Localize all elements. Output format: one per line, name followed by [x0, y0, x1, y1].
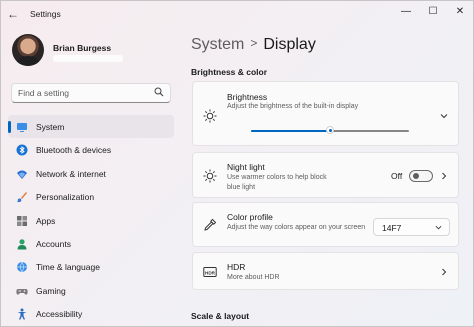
- search-icon[interactable]: [154, 87, 164, 97]
- breadcrumb: System > Display: [191, 36, 316, 54]
- svg-text:HDR: HDR: [205, 270, 216, 275]
- hdr-title: HDR: [227, 262, 246, 272]
- sidebar-item-accounts[interactable]: Accounts: [8, 232, 174, 255]
- night-light-toggle[interactable]: [409, 170, 433, 182]
- sidebar-item-apps[interactable]: Apps: [8, 209, 174, 232]
- maximize-button[interactable]: ☐: [425, 5, 441, 19]
- sidebar-item-network[interactable]: Network & internet: [8, 162, 174, 185]
- chevron-down-icon: [435, 225, 442, 230]
- sidebar-item-label: Network & internet: [36, 168, 106, 179]
- chevron-down-icon[interactable]: [440, 112, 448, 120]
- sidebar-item-label: System: [36, 122, 65, 132]
- user-name: Brian Burgess: [53, 43, 112, 53]
- section-heading-scale-layout: Scale & layout: [191, 311, 250, 321]
- sidebar-item-label: Accounts: [36, 238, 71, 249]
- night-light-title: Night light: [227, 162, 265, 172]
- slider-thumb[interactable]: [326, 126, 334, 134]
- brightness-slider[interactable]: [251, 126, 409, 134]
- title-bar: ← Settings — ☐ ✕: [0, 0, 474, 28]
- breadcrumb-separator: >: [250, 36, 258, 50]
- accessibility-icon: [17, 308, 27, 320]
- page-title: Display: [263, 36, 316, 53]
- sidebar-item-accessibility[interactable]: Accessibility: [8, 302, 174, 325]
- toggle-knob: [413, 173, 419, 179]
- night-light-description: Use warmer colors to help block blue lig…: [227, 174, 327, 191]
- night-light-card[interactable]: Night light Use warmer colors to help bl…: [192, 152, 459, 198]
- color-profile-card: Color profile Adjust the way colors appe…: [192, 202, 459, 247]
- sidebar-item-time-language[interactable]: Time & language: [8, 255, 174, 278]
- hdr-card[interactable]: HDR HDR More about HDR: [192, 252, 459, 290]
- system-display-icon: [17, 123, 27, 132]
- sidebar-item-label: Bluetooth & devices: [36, 145, 112, 156]
- brightness-card[interactable]: Brightness Adjust the brightness of the …: [192, 81, 459, 146]
- close-button[interactable]: ✕: [452, 5, 468, 19]
- sidebar-item-label: Personalization: [36, 192, 95, 203]
- search-input[interactable]: [18, 86, 148, 100]
- chevron-right-icon[interactable]: [440, 268, 448, 276]
- gamepad-icon: [16, 288, 28, 295]
- brightness-description: Adjust the brightness of the built-in di…: [227, 103, 359, 110]
- sidebar-nav: System Bluetooth & devices Network & int…: [8, 115, 174, 326]
- section-heading-brightness-color: Brightness & color: [191, 67, 268, 77]
- app-title: Settings: [30, 9, 61, 19]
- selected-indicator: [8, 121, 11, 133]
- color-profile-title: Color profile: [227, 212, 273, 222]
- breadcrumb-parent[interactable]: System: [191, 36, 244, 53]
- color-dropper-icon: [204, 218, 217, 231]
- sidebar-item-gaming[interactable]: Gaming: [8, 279, 174, 302]
- avatar[interactable]: [12, 34, 44, 66]
- color-profile-selected-value: 14F7: [382, 223, 402, 233]
- sidebar-item-label: Accessibility: [36, 309, 83, 320]
- slider-fill: [251, 130, 330, 132]
- wifi-icon: [17, 170, 27, 179]
- hdr-more-link[interactable]: More about HDR: [227, 273, 280, 283]
- chevron-right-icon[interactable]: [440, 172, 448, 180]
- sidebar-item-label: Apps: [36, 215, 56, 226]
- color-profile-dropdown[interactable]: 14F7: [373, 218, 450, 236]
- search-box[interactable]: [11, 83, 171, 103]
- night-light-icon: [203, 169, 217, 183]
- sidebar-item-bluetooth[interactable]: Bluetooth & devices: [8, 138, 174, 161]
- sidebar-item-label: Time & language: [36, 262, 100, 273]
- person-icon: [17, 239, 27, 250]
- brush-icon: [17, 192, 27, 203]
- hdr-icon: HDR: [203, 267, 217, 277]
- night-light-state: Off: [391, 171, 403, 181]
- back-arrow-icon[interactable]: ←: [6, 7, 20, 21]
- sidebar-item-system[interactable]: System: [8, 115, 174, 139]
- sidebar-item-personalization[interactable]: Personalization: [8, 185, 174, 208]
- color-profile-description: Adjust the way colors appear on your scr…: [227, 224, 366, 231]
- sun-icon: [203, 109, 217, 123]
- apps-icon: [17, 215, 27, 226]
- user-email-redacted: [53, 55, 123, 62]
- minimize-button[interactable]: —: [398, 5, 414, 19]
- brightness-title: Brightness: [227, 92, 268, 102]
- bluetooth-icon: [16, 144, 28, 156]
- globe-clock-icon: [17, 262, 27, 274]
- sidebar-item-label: Gaming: [36, 285, 66, 296]
